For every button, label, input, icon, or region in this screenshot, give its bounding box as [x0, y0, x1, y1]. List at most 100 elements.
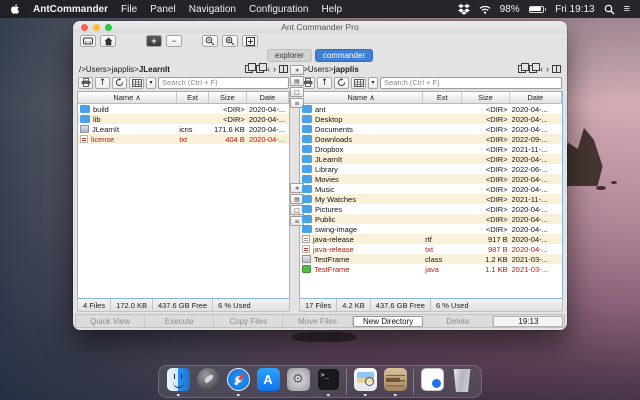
zoom-in-button[interactable] — [222, 35, 238, 47]
view-mode-button[interactable] — [129, 76, 144, 89]
tab-explorer[interactable]: explorer — [266, 48, 312, 63]
view-mode-dropdown[interactable]: ▾ — [146, 76, 156, 89]
column-header-name[interactable]: Name ∧ — [300, 92, 424, 104]
table-row[interactable]: Downloads <DIR> 2022-09-... — [300, 134, 562, 144]
dock-item-prefs[interactable]: ⚙ — [286, 368, 310, 395]
menu-item-configuration[interactable]: Configuration — [249, 4, 308, 15]
menu-item-panel[interactable]: Panel — [150, 4, 176, 15]
parent-directory-button[interactable]: ↑ — [317, 76, 332, 89]
view-mode-dropdown[interactable]: ▾ — [368, 76, 378, 89]
zoom-button[interactable] — [105, 24, 112, 31]
wifi-icon[interactable] — [479, 5, 491, 14]
table-row[interactable]: java-release rtf 917 B 2020-04-... — [300, 234, 562, 244]
column-header-size[interactable]: Size — [462, 92, 510, 104]
table-row[interactable]: lib <DIR> 2020-04-... — [78, 114, 289, 124]
clock-cell[interactable]: 19:13 — [493, 315, 564, 327]
search-input[interactable] — [380, 76, 562, 89]
battery-icon[interactable] — [528, 5, 547, 13]
menu-item-file[interactable]: File — [121, 4, 137, 15]
forward-icon[interactable]: › — [273, 64, 276, 74]
drive-button[interactable] — [80, 35, 96, 47]
dock-item-trash[interactable] — [450, 368, 474, 395]
column-header-size[interactable]: Size — [208, 92, 247, 104]
table-row[interactable]: ant <DIR> 2020-04-... — [300, 104, 562, 114]
new-directory-button[interactable]: New Directory — [353, 315, 424, 327]
menu-bar-clock[interactable]: Fri 19:13 — [555, 4, 594, 15]
table-row[interactable]: JLearnIt <DIR> 2020-04-... — [300, 154, 562, 164]
add-button[interactable]: + — [146, 35, 162, 47]
table-row[interactable]: Movies <DIR> 2020-04-... — [300, 174, 562, 184]
dock-item-safari[interactable] — [226, 368, 250, 396]
table-row[interactable]: build <DIR> 2020-04-... — [78, 104, 289, 114]
table-row[interactable]: Dropbox <DIR> 2021-11-... — [300, 144, 562, 154]
move-files-button[interactable]: Move Files — [283, 315, 353, 327]
right-path-bar[interactable]: />Users>japplis ‹ › — [299, 63, 563, 75]
divider-button-select-icon[interactable]: □ — [290, 87, 304, 97]
zoom-out-button[interactable] — [202, 35, 218, 47]
table-row[interactable]: Library <DIR> 2022-06-... — [300, 164, 562, 174]
table-row[interactable]: Documents <DIR> 2020-04-... — [300, 124, 562, 134]
parent-directory-button[interactable]: ↑ — [95, 76, 110, 89]
column-header-ext[interactable]: Ext — [177, 92, 209, 104]
search-input[interactable] — [158, 76, 289, 89]
title-bar[interactable]: Ant Commander Pro — [73, 21, 567, 33]
execute-button[interactable]: Execute — [145, 315, 215, 327]
menu-item-navigation[interactable]: Navigation — [189, 4, 236, 15]
refresh-button[interactable] — [112, 76, 127, 89]
notification-center-icon[interactable]: ≡ — [624, 3, 630, 15]
tab-commander[interactable]: commander — [314, 48, 374, 63]
apple-menu-icon[interactable] — [10, 3, 20, 15]
copy-tab-icon[interactable] — [245, 63, 256, 73]
table-row[interactable]: My Watches <DIR> 2021-11-... — [300, 194, 562, 204]
panel-icon[interactable] — [552, 65, 561, 73]
column-header-date[interactable]: Date — [509, 92, 562, 104]
column-header-date[interactable]: Date — [246, 92, 289, 104]
dock-item-document[interactable] — [420, 368, 444, 395]
table-row[interactable]: TestFrame java 1.1 KB 2021-03-... — [300, 264, 562, 274]
back-icon[interactable]: ‹ — [540, 64, 543, 74]
duplicate-tab-icon[interactable] — [256, 63, 267, 73]
menu-item-app[interactable]: AntCommander — [33, 4, 108, 15]
refresh-button[interactable] — [334, 76, 349, 89]
quick-view-button[interactable]: Quick View — [76, 315, 146, 327]
home-button[interactable] — [100, 35, 116, 47]
table-row[interactable]: swing-image <DIR> 2020-04-... — [300, 224, 562, 234]
panel-icon[interactable] — [279, 65, 288, 73]
dock-item-preview[interactable] — [353, 368, 377, 396]
dock-item-finder[interactable] — [166, 368, 190, 396]
duplicate-tab-icon[interactable] — [529, 63, 540, 73]
forward-icon[interactable]: › — [546, 64, 549, 74]
copy-tab-icon[interactable] — [518, 63, 529, 73]
column-header-ext[interactable]: Ext — [423, 92, 463, 104]
expand-button[interactable] — [242, 35, 258, 47]
dock-item-appstore[interactable]: A — [256, 368, 280, 395]
delete-button[interactable]: Delete — [424, 315, 493, 327]
table-row[interactable]: Desktop <DIR> 2020-04-... — [300, 114, 562, 124]
table-row[interactable]: license txt 404 B 2020-04-... — [78, 134, 289, 144]
table-row[interactable]: Music <DIR> 2020-04-... — [300, 184, 562, 194]
copy-files-button[interactable]: Copy Files — [214, 315, 284, 327]
remove-button[interactable]: − — [166, 35, 182, 47]
dock-item-terminal[interactable]: >_ — [316, 368, 340, 396]
close-button[interactable] — [81, 24, 88, 31]
table-row[interactable]: Public <DIR> 2020-04-... — [300, 214, 562, 224]
dock-item-launchpad[interactable] — [196, 368, 220, 395]
print-button[interactable] — [78, 76, 93, 89]
spotlight-search-icon[interactable] — [604, 4, 615, 15]
menu-item-help[interactable]: Help — [321, 4, 342, 15]
column-header-name[interactable]: Name ∧ — [78, 92, 178, 104]
divider-button-clipboard-icon[interactable]: ▤ — [290, 76, 304, 86]
back-icon[interactable]: ‹ — [267, 64, 270, 74]
pane-divider[interactable]: ∗ ▤ □ ≡ ∗ ▤ □ ≡ — [290, 63, 304, 312]
view-mode-button[interactable] — [351, 76, 366, 89]
table-row[interactable]: JLearnIt icns 171.6 KB 2020-04-... — [78, 124, 289, 134]
table-row[interactable]: TestFrame class 1.2 KB 2021-03-... — [300, 254, 562, 264]
table-row[interactable]: Pictures <DIR> 2020-04-... — [300, 204, 562, 214]
dock-item-cabinet[interactable] — [383, 368, 407, 396]
left-path-bar[interactable]: />Users>japplis>JLearnIt ‹ › — [77, 63, 290, 75]
table-row[interactable]: java-release txt 987 B 2020-04-... — [300, 244, 562, 254]
cabinet-icon — [383, 368, 407, 391]
dropbox-icon[interactable] — [457, 3, 470, 15]
divider-button-swap-panes-icon[interactable]: ∗ — [290, 65, 304, 75]
minimize-button[interactable] — [93, 24, 100, 31]
